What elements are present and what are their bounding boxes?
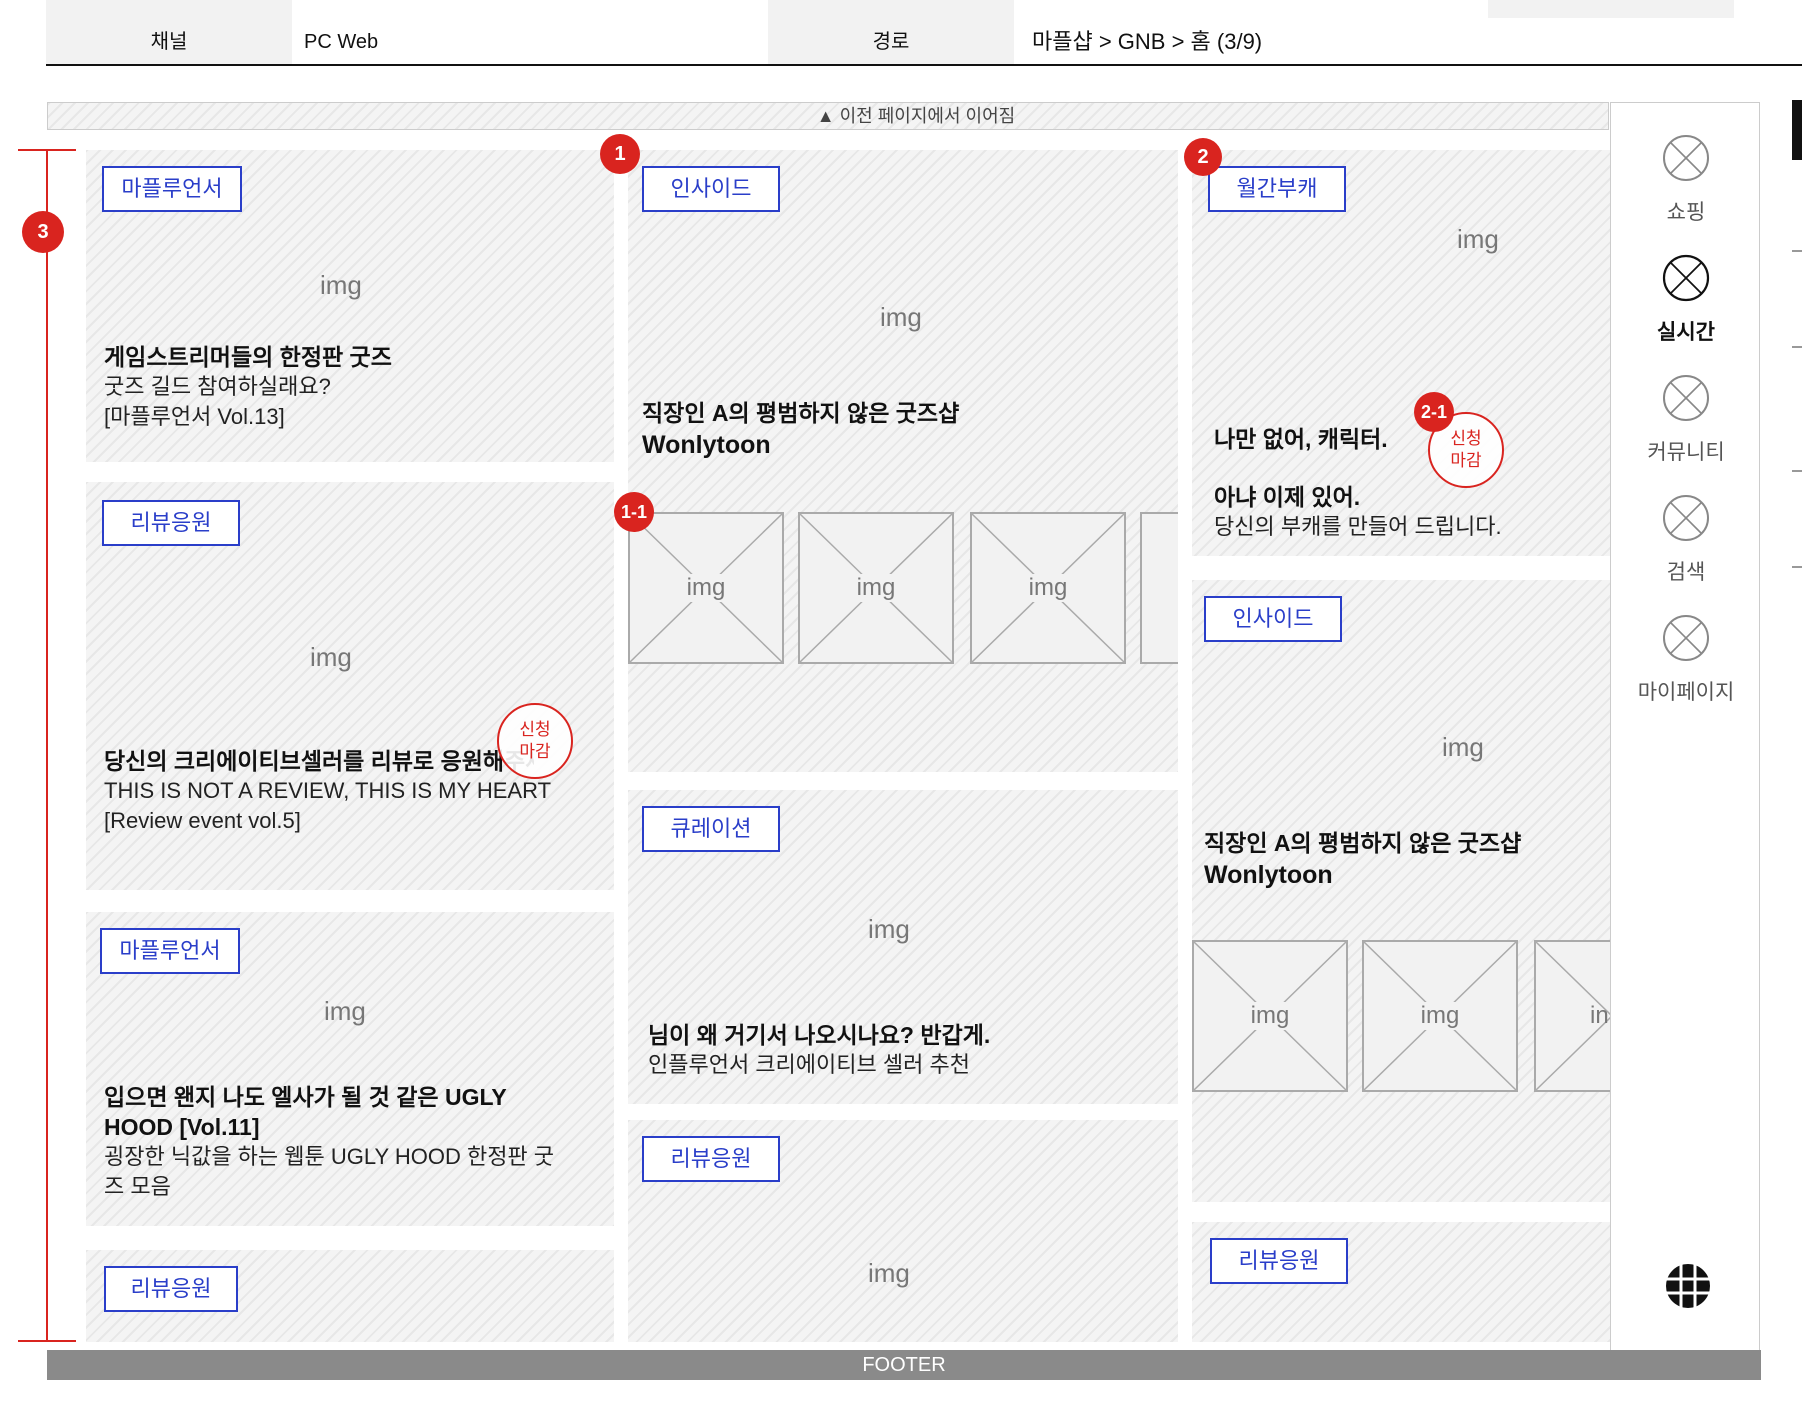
card-middle-3[interactable]: 리뷰응원 img [628, 1120, 1178, 1342]
card-title-1: 직장인 A의 평범하지 않은 굿즈샵 [1204, 830, 1522, 856]
card-left-4[interactable]: 리뷰응원 [86, 1250, 614, 1342]
card-body-2: 즈 모음 [104, 1174, 171, 1199]
image-placeholder: img [310, 642, 352, 672]
image-placeholder: img [320, 270, 362, 300]
card-body-1: 굉장한 닉값을 하는 웹툰 UGLY HOOD 한정판 굿 [104, 1144, 555, 1169]
card-right-2[interactable]: 인사이드 img 직장인 A의 평범하지 않은 굿즈샵 Wonlytoon im… [1192, 580, 1610, 1202]
thumbnail[interactable]: img [628, 512, 784, 664]
tag-review[interactable]: 리뷰응원 [1210, 1238, 1348, 1284]
card-left-1[interactable]: 마플루언서 img 게임스트리머들의 한정판 굿즈 굿즈 길드 참여하실래요? … [86, 150, 614, 462]
header-divider [46, 64, 1802, 66]
tag-inside[interactable]: 인사이드 [642, 166, 780, 212]
nav-label-realtime[interactable]: 실시간 [1602, 316, 1770, 346]
card-body-1: THIS IS NOT A REVIEW, THIS IS MY HEART [104, 778, 552, 803]
card-middle-2[interactable]: 큐레이션 img 님이 왜 거기서 나오시나요? 반갑게. 인플루언서 크리에이… [628, 790, 1178, 1104]
image-placeholder: img [868, 1258, 910, 1288]
badge-2: 2 [1184, 138, 1222, 176]
label-path: 경로 [768, 18, 1014, 66]
card-middle-1[interactable]: 인사이드 img 직장인 A의 평범하지 않은 굿즈샵 Wonlytoon im… [628, 150, 1178, 772]
nav-label-community[interactable]: 커뮤니티 [1602, 436, 1770, 466]
card-body-2: [Review event vol.5] [104, 808, 301, 833]
label-channel: 채널 [46, 18, 292, 66]
badge-2-1: 2-1 [1414, 392, 1454, 432]
realtime-icon[interactable] [1662, 254, 1710, 302]
card-left-3[interactable]: 마플루언서 img 입으면 왠지 나도 엘사가 될 것 같은 UGLY HOOD… [86, 912, 614, 1226]
card-title: 게임스트리머들의 한정판 굿즈 [104, 344, 392, 370]
value-channel: PC Web [304, 31, 379, 53]
card-title-2: HOOD [Vol.11] [104, 1114, 260, 1140]
card-title-1: 입으면 왠지 나도 엘사가 될 것 같은 UGLY [104, 1084, 507, 1110]
tag-review[interactable]: 리뷰응원 [104, 1266, 238, 1312]
header-row-channel: 채널 PC Web 경로 마플샵 > GNB > 홈 (3/9) [46, 18, 1802, 66]
card-right-1[interactable]: 월간부캐 img 나만 없어, 캐릭터. 아냐 이제 있어. 당신의 부캐를 만… [1192, 150, 1610, 556]
tag-inside[interactable]: 인사이드 [1204, 596, 1342, 642]
badge-3: 3 [22, 211, 64, 253]
thumbnail-partial[interactable] [1140, 512, 1178, 664]
badge-1-1: 1-1 [614, 492, 654, 532]
value-path: 마플샵 > GNB > 홈 (3/9) [1032, 29, 1263, 54]
footer-bar: FOOTER [47, 1350, 1761, 1380]
nav-label-shopping[interactable]: 쇼핑 [1602, 196, 1770, 226]
card-right-3[interactable]: 리뷰응원 [1192, 1222, 1610, 1342]
tag-curation[interactable]: 큐레이션 [642, 806, 780, 852]
thumbnail[interactable]: img [970, 512, 1126, 664]
shopping-icon[interactable] [1662, 134, 1710, 182]
thumbnail-partial[interactable]: in [1534, 940, 1610, 1092]
card-title-1: 직장인 A의 평범하지 않은 굿즈샵 [642, 400, 960, 426]
card-body-1: 인플루언서 크리에이티브 셀러 추천 [648, 1052, 970, 1077]
thumbnail[interactable]: img [1362, 940, 1518, 1092]
tag-review[interactable]: 리뷰응원 [642, 1136, 780, 1182]
tag-review[interactable]: 리뷰응원 [102, 500, 240, 546]
thumbnail[interactable]: img [798, 512, 954, 664]
nav-label-mypage[interactable]: 마이페이지 [1602, 676, 1770, 706]
thumbnail[interactable]: img [1192, 940, 1348, 1092]
search-icon[interactable] [1662, 494, 1710, 542]
card-left-2[interactable]: 리뷰응원 img 당신의 크리에이티브셀러를 리뷰로 응원해주세요 THIS I… [86, 482, 614, 890]
image-placeholder: img [324, 996, 366, 1026]
edge-fragment [1792, 100, 1802, 160]
card-body-2: [마플루언서 Vol.13] [104, 404, 285, 429]
tag-monthly-bucae[interactable]: 월간부캐 [1208, 166, 1346, 212]
card-title-2: 아냐 이제 있어. [1214, 484, 1361, 510]
card-title: 당신의 크리에이티브셀러를 리뷰로 응원해주세요 [104, 748, 534, 774]
badge-1: 1 [600, 134, 640, 174]
grid-globe-icon[interactable] [1664, 1262, 1712, 1310]
image-placeholder: img [1457, 224, 1499, 254]
image-placeholder: img [868, 914, 910, 944]
mypage-icon[interactable] [1662, 614, 1710, 662]
tag-mapluencer[interactable]: 마플루언서 [102, 166, 242, 212]
card-title: 님이 왜 거기서 나오시나요? 반갑게. [648, 1022, 991, 1048]
nav-label-search[interactable]: 검색 [1602, 556, 1770, 586]
top-notice-text: ▲ 이전 페이지에서 이어짐 [816, 106, 1016, 126]
header-row-partial [46, 0, 1802, 19]
card-body-1: 당신의 부캐를 만들어 드립니다. [1214, 514, 1502, 539]
card-title-1: 나만 없어, 캐릭터. [1214, 426, 1388, 452]
card-body-1: 굿즈 길드 참여하실래요? [104, 374, 331, 399]
section-bracket [46, 149, 48, 1341]
closed-stamp: 신청 마감 [497, 703, 573, 779]
tag-mapluencer[interactable]: 마플루언서 [100, 928, 240, 974]
community-icon[interactable] [1662, 374, 1710, 422]
card-title-2: Wonlytoon [1204, 861, 1333, 889]
image-placeholder: img [880, 302, 922, 332]
image-placeholder: img [1442, 732, 1484, 762]
card-title-2: Wonlytoon [642, 431, 771, 459]
